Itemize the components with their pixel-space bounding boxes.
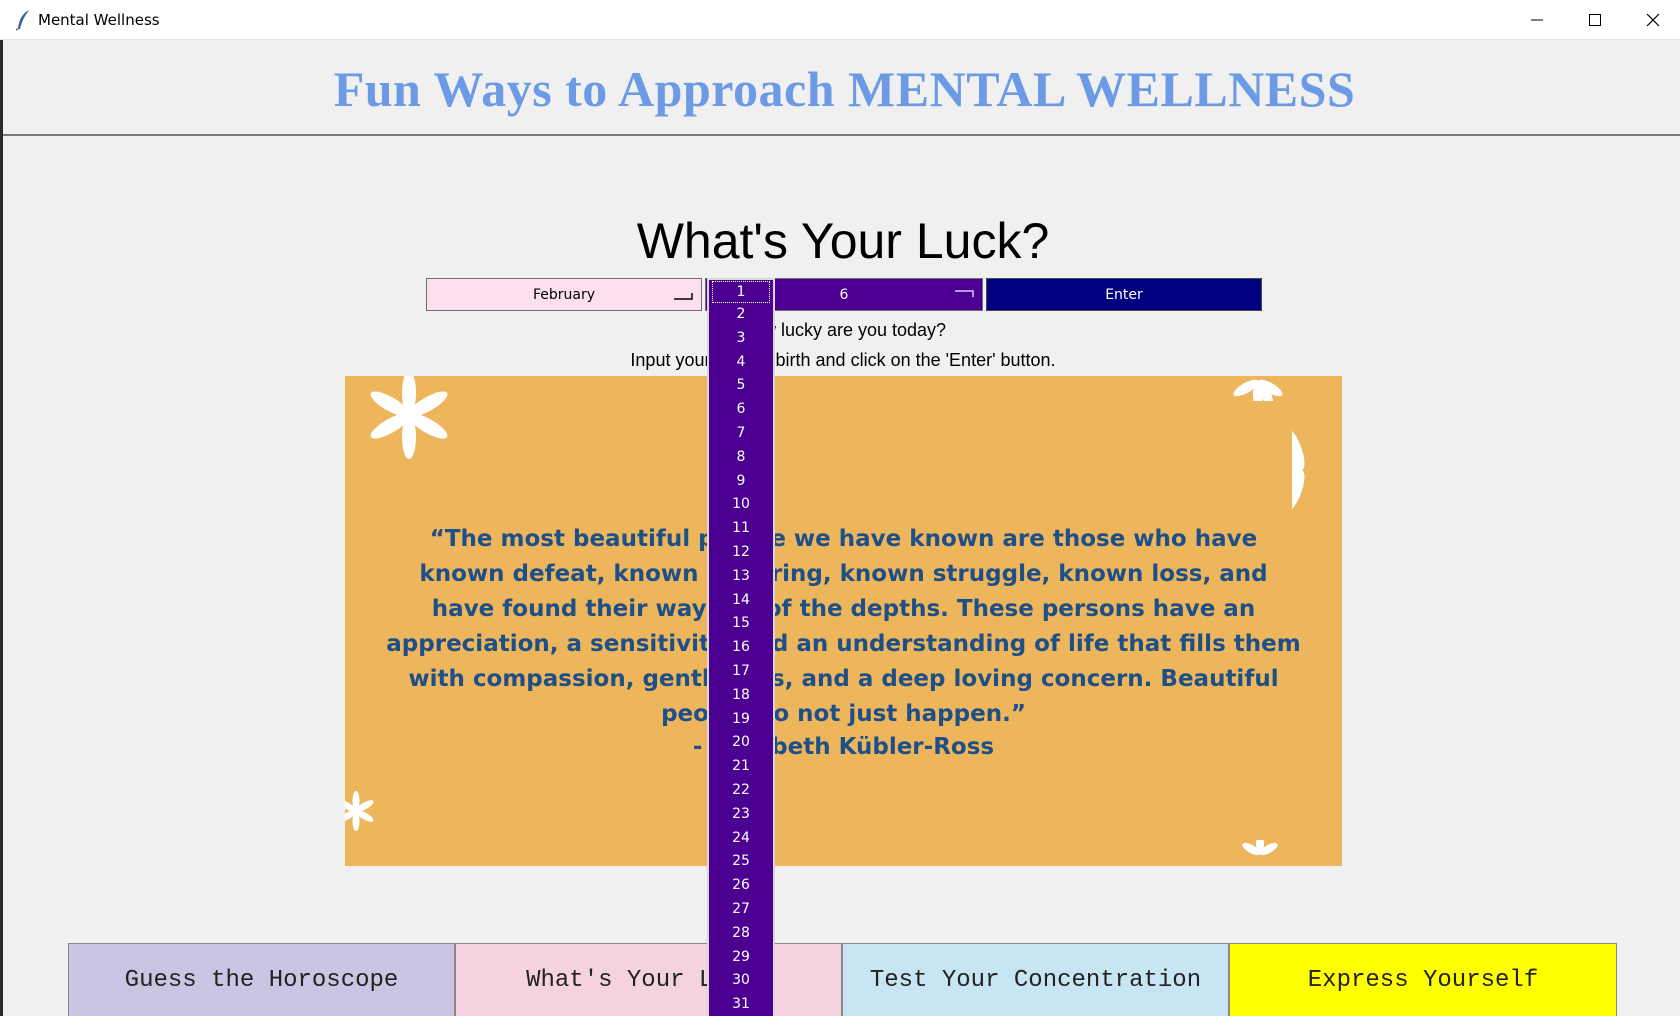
maximize-button[interactable] — [1566, 0, 1624, 40]
close-button[interactable] — [1624, 0, 1680, 40]
dropdown-option[interactable]: 11 — [709, 517, 773, 541]
dropdown-option[interactable]: 14 — [709, 589, 773, 613]
nav-button-horoscope[interactable]: Guess the Horoscope — [68, 943, 455, 1016]
dropdown-option[interactable]: 5 — [709, 374, 773, 398]
flower-decoration — [1292, 428, 1305, 512]
dropdown-option[interactable]: 3 — [709, 327, 773, 351]
window-titlebar: Mental Wellness — [0, 0, 1680, 40]
flower-decoration — [345, 791, 374, 831]
quote-text: “The most beautiful people we have known… — [386, 526, 1301, 727]
dropdown-arrow-icon[interactable] — [954, 289, 974, 301]
flower-decoration — [1233, 379, 1283, 401]
luck-instruction: Input your date of birth and click on th… — [630, 350, 1056, 370]
dropdown-option[interactable]: 17 — [709, 660, 773, 684]
dropdown-option[interactable]: 31 — [709, 993, 773, 1016]
month-value: February — [532, 286, 596, 303]
enter-button[interactable]: Enter — [986, 278, 1262, 311]
dropdown-option[interactable]: 25 — [709, 850, 773, 874]
nav-button-luck[interactable]: What's Your Luck? — [455, 943, 842, 1016]
dropdown-option[interactable]: 19 — [709, 708, 773, 732]
dropdown-option[interactable]: 29 — [709, 946, 773, 970]
dropdown-option[interactable]: 21 — [709, 755, 773, 779]
quote-card: “The most beautiful people we have known… — [345, 376, 1342, 866]
luck-question: How lucky are you today? — [739, 320, 947, 340]
nav-button-express[interactable]: Express Yourself — [1229, 943, 1617, 1016]
nav-button-concentration[interactable]: Test Your Concentration — [842, 943, 1229, 1016]
dropdown-option[interactable]: 20 — [709, 731, 773, 755]
dropdown-option[interactable]: 28 — [709, 922, 773, 946]
dropdown-option[interactable]: 4 — [709, 351, 773, 375]
flower-decoration — [1242, 840, 1278, 856]
page-title: What's Your Luck? — [636, 213, 1050, 269]
dropdown-option[interactable]: 7 — [709, 422, 773, 446]
quote-author: - Elisabeth Kübler-Ross — [692, 734, 995, 760]
minimize-icon — [1531, 19, 1543, 21]
dropdown-option[interactable]: 16 — [709, 636, 773, 660]
dropdown-option[interactable]: 15 — [709, 612, 773, 636]
header-banner: Fun Ways to Approach MENTAL WELLNESS — [3, 40, 1680, 136]
dropdown-option[interactable]: 23 — [709, 803, 773, 827]
dropdown-arrow-icon[interactable] — [673, 289, 693, 301]
window-title: Mental Wellness — [38, 11, 160, 29]
dropdown-option[interactable]: 2 — [709, 303, 773, 327]
close-icon — [1646, 13, 1660, 27]
feather-icon — [15, 10, 29, 31]
dropdown-option[interactable]: 10 — [709, 493, 773, 517]
month-combobox[interactable]: February — [426, 278, 702, 311]
dropdown-option[interactable]: 9 — [709, 470, 773, 494]
flower-decoration — [370, 376, 448, 459]
maximize-icon — [1589, 14, 1601, 26]
dropdown-option[interactable]: 27 — [709, 898, 773, 922]
dropdown-option[interactable]: 18 — [709, 684, 773, 708]
app-heading: Fun Ways to Approach MENTAL WELLNESS — [333, 61, 1356, 117]
day-value: 6 — [839, 286, 849, 303]
dropdown-option[interactable]: 26 — [709, 874, 773, 898]
dropdown-option[interactable]: 6 — [709, 398, 773, 422]
dropdown-option[interactable]: 30 — [709, 969, 773, 993]
dropdown-option[interactable]: 1 — [712, 281, 770, 303]
day-dropdown-list[interactable]: 1 2 3 4 5 6 7 8 9 10 11 12 13 14 15 16 17 18 19 20 21 22 23 24 2… — [707, 278, 775, 1016]
minimize-button[interactable] — [1508, 0, 1566, 40]
dropdown-option[interactable]: 8 — [709, 446, 773, 470]
dropdown-option[interactable]: 13 — [709, 565, 773, 589]
window-left-edge — [0, 40, 3, 1016]
dropdown-option[interactable]: 22 — [709, 779, 773, 803]
dropdown-option[interactable]: 24 — [709, 827, 773, 851]
dropdown-option[interactable]: 12 — [709, 541, 773, 565]
